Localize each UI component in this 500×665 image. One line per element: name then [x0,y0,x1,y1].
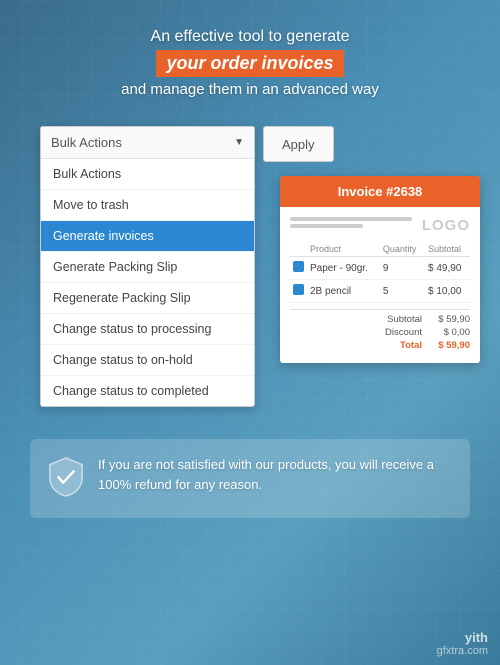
guarantee-section: If you are not satisfied with our produc… [30,439,470,518]
header-top-line: An effective tool to generate [121,28,379,46]
col-subtotal: Subtotal [425,242,470,257]
watermark: yith gfxtra.com [437,630,488,657]
header-bottom-line: and manage them in an advanced way [121,81,379,98]
dropdown-item-change-status-completed[interactable]: Change status to completed [41,376,254,406]
content-wrapper: An effective tool to generate your order… [0,0,500,665]
yith-label: yith [437,630,488,645]
dropdown-item-change-status-on-hold[interactable]: Change status to on-hold [41,345,254,376]
grand-total-label: Total [400,340,422,351]
discount-value: $ 0,00 [430,327,470,338]
dropdown-item-bulk-actions[interactable]: Bulk Actions [41,159,254,190]
discount-label: Discount [385,327,422,338]
dropdown-item-change-status-processing[interactable]: Change status to processing [41,314,254,345]
gfxtra-label: gfxtra.com [437,645,488,657]
invoice-logo-text: LOGO [412,217,470,234]
col-quantity: Quantity [380,242,425,257]
dropdown-selected-label: Bulk Actions [51,135,122,150]
shield-icon-wrapper [48,457,84,502]
dropdown-item-move-to-trash[interactable]: Move to trash [41,190,254,221]
dropdown-items-list: Bulk ActionsMove to trashGenerate invoic… [41,159,254,406]
dropdown-apply-row: Bulk Actions ▼ Bulk ActionsMove to trash… [40,126,334,407]
row-subtotal: $ 10,00 [425,280,470,303]
header-section: An effective tool to generate your order… [121,0,379,108]
ui-container: Bulk Actions ▼ Bulk ActionsMove to trash… [40,126,460,407]
bulk-actions-dropdown[interactable]: Bulk Actions ▼ Bulk ActionsMove to trash… [40,126,255,407]
dropdown-section: Bulk Actions ▼ Bulk ActionsMove to trash… [40,126,334,407]
dropdown-header[interactable]: Bulk Actions ▼ [41,127,254,159]
row-quantity: 5 [380,280,425,303]
dropdown-item-regenerate-packing-slip[interactable]: Regenerate Packing Slip [41,283,254,314]
subtotal-label: Subtotal [387,314,422,325]
guarantee-text: If you are not satisfied with our produc… [98,455,452,494]
header-highlight: your order invoices [156,50,343,77]
shield-icon [48,457,84,497]
dropdown-item-generate-invoices[interactable]: Generate invoices [41,221,254,252]
subtotal-value: $ 59,90 [430,314,470,325]
dropdown-arrow-icon: ▼ [234,137,244,148]
row-subtotal: $ 49,90 [425,257,470,280]
row-quantity: 9 [380,257,425,280]
dropdown-item-generate-packing-slip[interactable]: Generate Packing Slip [41,252,254,283]
apply-button[interactable]: Apply [263,126,334,162]
grand-total-value: $ 59,90 [430,340,470,351]
